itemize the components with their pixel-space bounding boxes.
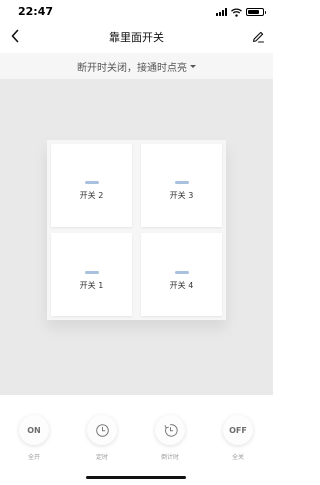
mode-label: 断开时关闭，接通时点亮 [77,62,187,74]
countdown-button-circle [155,415,185,445]
switch-label: 开关 3 [169,191,194,200]
on-text-icon: ON [19,415,49,445]
on-text: ON [27,425,41,435]
switch-panel-area: 开关 2 开关 3 开关 1 开关 4 [0,79,273,395]
switch-key-4[interactable]: 开关 4 [141,233,222,316]
switch-key-2[interactable]: 开关 2 [51,144,132,227]
switch-indicator [85,181,99,184]
mode-selector[interactable]: 断开时关闭，接通时点亮 [0,53,273,79]
navigation-bar: 靠里面开关 [0,24,273,52]
switch-label: 开关 1 [79,281,104,290]
timer-label: 定时 [95,454,108,461]
switch-label: 开关 2 [79,191,104,200]
home-indicator [86,476,186,479]
battery-icon [246,8,266,16]
wifi-icon [231,7,242,17]
status-time: 22:47 [18,5,54,18]
edit-button[interactable] [247,25,269,47]
switch-key-3[interactable]: 开关 3 [141,144,222,227]
timer-button-circle [87,415,117,445]
all-off-button[interactable]: OFF 全关 [218,415,258,461]
clock-icon [95,423,109,437]
switch-label: 开关 4 [169,281,194,290]
countdown-button[interactable]: 倒计时 [150,415,190,461]
action-bar: ON 全开 定时 倒计时 OFF 全关 [0,395,273,485]
page-title: 靠里面开关 [109,31,164,44]
switch-key-1[interactable]: 开关 1 [51,233,132,316]
off-text-icon: OFF [223,415,253,445]
switch-indicator [175,271,189,274]
countdown-icon [164,423,178,437]
countdown-label: 倒计时 [160,454,179,461]
off-text: OFF [229,425,247,435]
switch-panel: 开关 2 开关 3 开关 1 开关 4 [47,140,226,320]
status-icons [216,7,266,17]
switch-indicator [85,271,99,274]
all-off-label: 全关 [231,454,244,461]
status-bar: 22:47 [0,0,273,22]
caret-down-icon [190,64,196,68]
cellular-signal-icon [216,8,227,16]
all-on-label: 全开 [27,454,40,461]
all-on-button[interactable]: ON 全开 [14,415,54,461]
switch-indicator [175,181,189,184]
timer-button[interactable]: 定时 [82,415,122,461]
battery-level-fill [248,10,260,14]
pencil-icon [252,31,264,43]
